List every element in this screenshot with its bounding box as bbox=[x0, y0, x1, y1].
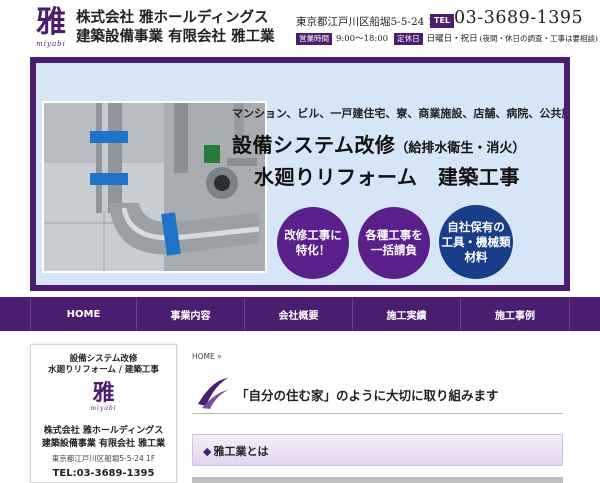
nav-item-home[interactable]: HOME bbox=[30, 297, 137, 331]
business-hours-row: 営業時間 9:00～18:00 定休日 日曜日・祝日 (夜間・休日の調査・工事は要相談) bbox=[296, 33, 600, 45]
sidebar-logo-kanji: 雅 bbox=[92, 380, 115, 406]
holiday-badge: 定休日 bbox=[394, 33, 423, 45]
sidebar-service-line2: 水廻りリフォーム / 建築工事 bbox=[48, 365, 159, 375]
company-name-line1: 株式会社 雅ホールディングス bbox=[76, 9, 269, 26]
section-title: 「自分の住む家」のように大切に取り組みます bbox=[236, 388, 499, 403]
breadcrumb[interactable]: HOME » bbox=[192, 352, 222, 361]
circle-line: 材料 bbox=[464, 249, 488, 264]
hero-title-1-main: 設備システム改修 bbox=[232, 133, 396, 157]
holiday-note: (夜間・休日の調査・工事は要相談) bbox=[479, 34, 598, 43]
circle-line: 特化！ bbox=[295, 243, 331, 257]
circle-line: 工具・機械類 bbox=[441, 234, 511, 249]
sidebar-logo: 雅 miyabi bbox=[31, 381, 176, 412]
hero-banner: マンション、ビル、一戸建住宅、寮、商業施設、店舗、病院、公共施設などの 設備シス… bbox=[30, 57, 570, 291]
logo-kanji: 雅 bbox=[36, 5, 66, 40]
sidebar-address: 東京都江戸川区船堀5-5-24 1F bbox=[51, 454, 156, 463]
header-address: 東京都江戸川区船堀5-5-24 1F bbox=[296, 16, 442, 28]
nav-item-works[interactable]: 施工実績 bbox=[353, 297, 461, 331]
site-header: 雅 miyabi 株式会社 雅ホールディングス 建築設備事業 有限会社 雅工業 … bbox=[0, 0, 600, 55]
hours-badge: 営業時間 bbox=[296, 33, 332, 45]
main-nav: HOME 事業内容 会社概要 施工実績 施工事例 bbox=[0, 297, 600, 331]
sidebar-company2: 建築設備事業 有限会社 雅工業 bbox=[41, 439, 166, 449]
hero-inner: マンション、ビル、一戸建住宅、寮、商業施設、店舗、病院、公共施設などの 設備シス… bbox=[36, 63, 564, 285]
feature-circle-equipment: 自社保有の 工具・機械類 材料 bbox=[439, 205, 513, 279]
logo-roman: miyabi bbox=[36, 40, 66, 48]
nav-item-business[interactable]: 事業内容 bbox=[137, 297, 245, 331]
logo[interactable]: 雅 miyabi bbox=[34, 6, 68, 50]
company-name: 株式会社 雅ホールディングス 建築設備事業 有限会社 雅工業 bbox=[76, 9, 291, 46]
sub-heading: ◆ 雅工業とは bbox=[192, 434, 563, 466]
company-name-line2: 建築設備事業 有限会社 雅工業 bbox=[76, 28, 275, 45]
circle-line: 各種工事を bbox=[365, 228, 423, 242]
diamond-icon: ◆ bbox=[203, 445, 212, 458]
tel-badge: TEL bbox=[430, 14, 455, 28]
circle-line: 改修工事に bbox=[284, 228, 342, 242]
circle-line: 自社保有の bbox=[447, 219, 505, 234]
hero-title-2: 水廻りリフォーム 建築工事 bbox=[254, 165, 520, 189]
hours-value: 9:00～18:00 bbox=[336, 34, 389, 44]
nav-item-company[interactable]: 会社概要 bbox=[245, 297, 353, 331]
circle-line: 一括請負 bbox=[371, 243, 417, 257]
hero-title-1-paren: （給排水衛生・消火） bbox=[395, 141, 526, 156]
hero-title-1: 設備システム改修（給排水衛生・消火） bbox=[232, 129, 525, 158]
sidebar-company-card: 設備システム改修 水廻りリフォーム / 建築工事 雅 miyabi 株式会社 雅… bbox=[30, 344, 177, 483]
sub-title-text: 雅工業とは bbox=[213, 445, 269, 458]
sidebar-company1: 株式会社 雅ホールディングス bbox=[43, 426, 164, 436]
hero-subtitle: マンション、ビル、一戸建住宅、寮、商業施設、店舗、病院、公共施設などの bbox=[232, 107, 564, 120]
hero-pipe-photo bbox=[42, 101, 267, 273]
feature-circle-renovation: 改修工事に 特化！ bbox=[277, 207, 349, 279]
holiday-value: 日曜日・祝日 bbox=[426, 34, 478, 44]
sidebar-tel[interactable]: TEL:03-3689-1395 bbox=[31, 468, 176, 479]
feature-circle-contract: 各種工事を 一括請負 bbox=[358, 207, 430, 279]
content-image-strip bbox=[192, 477, 563, 483]
sub-title: ◆ 雅工業とは bbox=[203, 443, 268, 459]
section-heading: 「自分の住む家」のように大切に取り組みます bbox=[192, 374, 563, 414]
swoosh-icon bbox=[198, 378, 228, 409]
nav-item-cases[interactable]: 施工事例 bbox=[461, 297, 570, 331]
header-tel-number[interactable]: 03-3689-1395 bbox=[454, 8, 583, 28]
sidebar-logo-roman: miyabi bbox=[90, 405, 117, 412]
